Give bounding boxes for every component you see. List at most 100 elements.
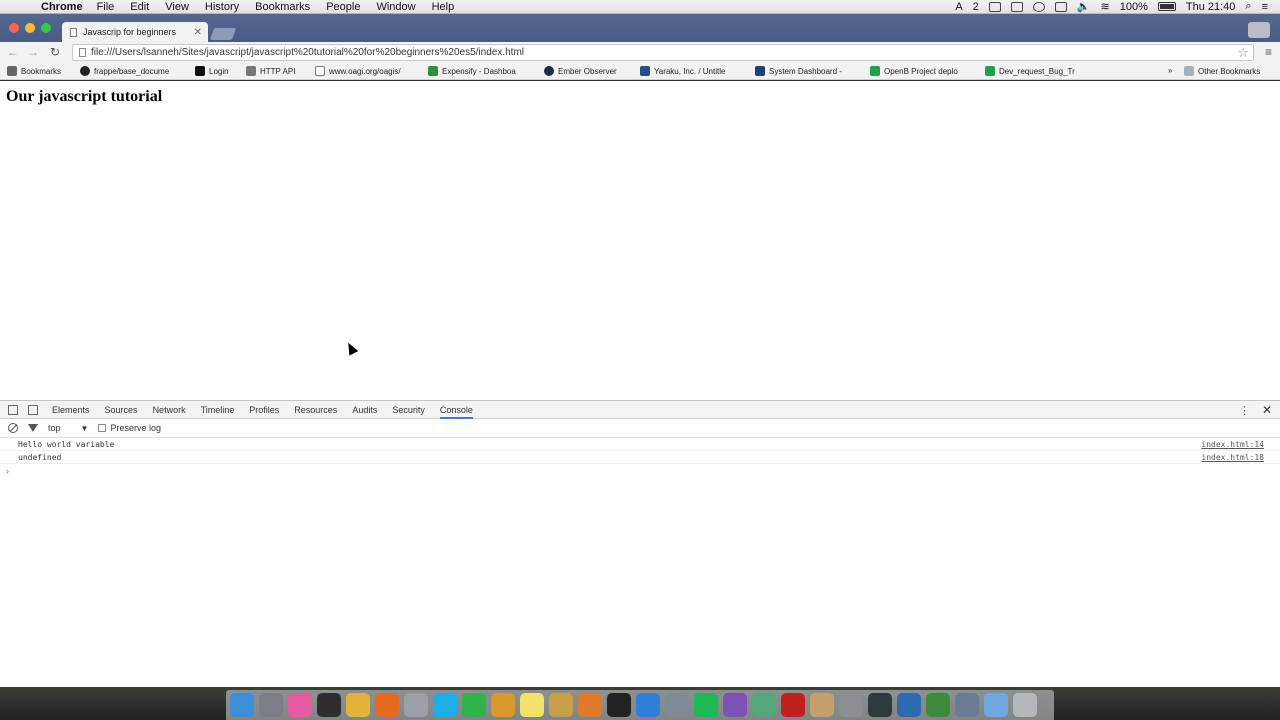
console-source-link[interactable]: index.html:18 <box>1201 453 1264 462</box>
bookmark-item[interactable]: www.oagi.org/oagis/ <box>315 66 401 76</box>
preserve-log-checkbox[interactable] <box>98 424 107 432</box>
bookmarks-overflow-button[interactable]: » <box>1168 66 1172 75</box>
device-mode-icon[interactable] <box>28 404 38 415</box>
menu-app-name[interactable]: Chrome <box>41 1 83 13</box>
chat-icon[interactable] <box>988 1 1001 12</box>
other-bookmarks-folder[interactable]: Other Bookmarks <box>1184 66 1260 76</box>
tab-security[interactable]: Security <box>392 405 425 415</box>
terminal-icon[interactable] <box>607 693 631 717</box>
profile-avatar-icon[interactable] <box>1248 22 1270 38</box>
more-options-icon[interactable]: ⋮ <box>1239 404 1250 417</box>
app-store-icon[interactable] <box>636 693 660 717</box>
forward-arrow-icon[interactable]: → <box>26 45 40 59</box>
tab-audits[interactable]: Audits <box>352 405 377 415</box>
close-tab-icon[interactable]: ✕ <box>194 27 202 38</box>
ember-icon <box>544 66 554 76</box>
atom-icon[interactable] <box>752 693 776 717</box>
bookmark-item[interactable]: HTTP API <box>246 66 295 76</box>
clock[interactable]: Thu 21:40 <box>1186 1 1236 13</box>
launchpad-icon[interactable] <box>259 693 283 717</box>
notification-badge: 2 <box>972 0 979 13</box>
filezilla-icon[interactable] <box>781 693 805 717</box>
new-tab-button[interactable] <box>209 28 237 40</box>
address-bar[interactable]: file:///Users/lsanneh/Sites/javascript/j… <box>72 44 1254 61</box>
dbase-icon[interactable] <box>549 693 573 717</box>
zoom-window-icon[interactable] <box>41 23 51 33</box>
preview-icon[interactable] <box>665 693 689 717</box>
vpn-icon[interactable] <box>926 693 950 717</box>
pages-icon[interactable] <box>810 693 834 717</box>
menu-bookmarks[interactable]: Bookmarks <box>255 1 310 13</box>
page-heading: Our javascript tutorial <box>6 88 163 105</box>
tab-resources[interactable]: Resources <box>294 405 337 415</box>
airplay-icon[interactable] <box>1054 1 1067 12</box>
wifi-icon[interactable]: ≋ <box>1101 0 1110 13</box>
sequel-pro-icon[interactable] <box>491 693 515 717</box>
console-source-link[interactable]: index.html:14 <box>1201 440 1264 449</box>
bookmark-item[interactable]: Ember Observer <box>544 66 617 76</box>
notes-icon[interactable] <box>520 693 544 717</box>
clear-console-icon[interactable] <box>8 423 18 433</box>
reload-icon[interactable]: ↻ <box>48 45 62 59</box>
spotify-icon[interactable] <box>694 693 718 717</box>
itunes-icon[interactable] <box>288 693 312 717</box>
sublime-icon[interactable] <box>578 693 602 717</box>
close-devtools-icon[interactable]: ✕ <box>1262 403 1272 417</box>
menu-file[interactable]: File <box>97 1 115 13</box>
glasses-icon[interactable] <box>1032 1 1045 12</box>
notification-center-icon[interactable]: ≡ <box>1262 1 1268 13</box>
chevron-down-icon[interactable]: ▼ <box>81 424 89 433</box>
console-prompt[interactable]: › <box>0 466 1280 476</box>
menu-view[interactable]: View <box>165 1 189 13</box>
menu-history[interactable]: History <box>205 1 239 13</box>
calculator-icon[interactable] <box>404 693 428 717</box>
menu-help[interactable]: Help <box>432 1 455 13</box>
finder-window-icon[interactable] <box>955 693 979 717</box>
tab-elements[interactable]: Elements <box>52 405 90 415</box>
activity-monitor-icon[interactable] <box>317 693 341 717</box>
inspect-element-icon[interactable] <box>8 404 18 415</box>
back-arrow-icon[interactable]: ← <box>6 45 20 59</box>
minimize-window-icon[interactable] <box>25 23 35 33</box>
menu-people[interactable]: People <box>326 1 360 13</box>
filter-icon[interactable] <box>28 424 38 432</box>
chrome-icon[interactable] <box>346 693 370 717</box>
bookmark-item[interactable]: System Dashboard - <box>755 66 842 76</box>
bookmark-item[interactable]: OpenB Project deplo <box>870 66 958 76</box>
close-window-icon[interactable] <box>9 23 19 33</box>
tab-console[interactable]: Console <box>439 405 473 419</box>
gitkraken-icon[interactable] <box>868 693 892 717</box>
battery-icon[interactable] <box>1157 2 1176 11</box>
database-icon[interactable] <box>839 693 863 717</box>
tab-sources[interactable]: Sources <box>105 405 138 415</box>
menu-edit[interactable]: Edit <box>130 1 149 13</box>
context-selector[interactable]: top <box>48 423 61 433</box>
tab-active[interactable]: Javascrip for beginners ✕ <box>62 22 208 42</box>
tab-profiles[interactable]: Profiles <box>249 405 279 415</box>
skype-icon[interactable] <box>433 693 457 717</box>
adobe-icon[interactable]: A <box>955 1 962 13</box>
bookmark-item[interactable]: Bookmarks <box>7 66 61 76</box>
tab-timeline[interactable]: Timeline <box>201 405 235 415</box>
bookmark-item[interactable]: Login <box>195 66 229 76</box>
bookmark-item[interactable]: Expensify - Dashboa <box>428 66 516 76</box>
bookmark-star-icon[interactable]: ☆ <box>1237 45 1249 61</box>
downloads-icon[interactable] <box>984 693 1008 717</box>
url-text[interactable]: file:///Users/lsanneh/Sites/javascript/j… <box>91 47 524 58</box>
trash-icon[interactable] <box>1013 693 1037 717</box>
chrome-menu-icon[interactable]: ≡ <box>1265 45 1272 59</box>
camera-icon[interactable] <box>1010 1 1023 12</box>
evernote-icon[interactable] <box>462 693 486 717</box>
menu-window[interactable]: Window <box>376 1 415 13</box>
viber-icon[interactable] <box>723 693 747 717</box>
sourcetree-icon[interactable] <box>897 693 921 717</box>
bookmark-item[interactable]: frappe/base_docume <box>80 66 169 76</box>
bookmarks-bar: Bookmarks frappe/base_docume Login HTTP … <box>0 62 1280 80</box>
bookmark-item[interactable]: Dev_request_Bug_Tr <box>985 66 1075 76</box>
tab-network[interactable]: Network <box>153 405 186 415</box>
bookmark-item[interactable]: Yaraku, Inc. / Untitle <box>640 66 725 76</box>
finder-icon[interactable] <box>230 693 254 717</box>
firefox-icon[interactable] <box>375 693 399 717</box>
volume-icon[interactable]: 🔈 <box>1077 0 1091 13</box>
spotlight-icon[interactable]: ⌕ <box>1245 0 1251 13</box>
